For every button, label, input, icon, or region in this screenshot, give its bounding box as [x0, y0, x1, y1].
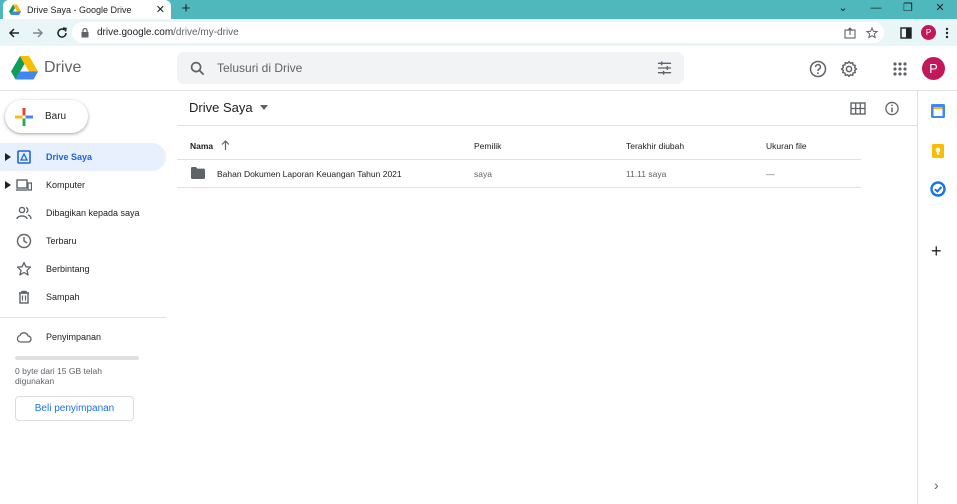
file-name: Bahan Dokumen Laporan Keuangan Tahun 202…	[217, 169, 402, 179]
file-list-header: Nama Pemilik Terakhir diubah Ukuran file	[177, 133, 861, 160]
file-modified: 11.11 saya	[626, 169, 667, 179]
sidebar-item-label: Sampah	[46, 292, 80, 302]
cloud-icon	[16, 332, 32, 343]
storage-usage-text: 0 byte dari 15 GB telah digunakan	[15, 366, 102, 386]
clock-icon	[16, 233, 32, 249]
settings-gear-icon[interactable]	[840, 60, 858, 78]
side-panel-icon[interactable]	[900, 26, 912, 39]
grid-view-icon[interactable]	[850, 101, 866, 116]
buy-storage-button[interactable]: Beli penyimpanan	[15, 396, 134, 421]
column-header-name[interactable]: Nama	[190, 141, 213, 151]
reload-icon[interactable]	[50, 21, 74, 45]
sidebar-item-label: Dibagikan kepada saya	[46, 208, 140, 218]
add-addon-icon[interactable]: +	[931, 241, 942, 262]
sidebar-item-starred[interactable]: Berbintang	[0, 255, 166, 283]
plus-icon	[15, 107, 33, 126]
sidebar-item-trash[interactable]: Sampah	[0, 283, 166, 311]
tasks-icon[interactable]	[930, 181, 946, 197]
info-icon[interactable]	[884, 101, 900, 116]
sidebar-item-my-drive[interactable]: Drive Saya	[0, 143, 166, 171]
restore-icon[interactable]: ❐	[894, 0, 922, 19]
sort-arrow-up-icon[interactable]	[221, 140, 230, 150]
page-title: Drive Saya	[189, 100, 253, 115]
expand-panel-icon[interactable]: ›	[934, 477, 939, 493]
bookmark-star-icon[interactable]	[866, 26, 878, 39]
sidebar-item-label: Komputer	[46, 180, 86, 190]
column-header-size[interactable]: Ukuran file	[766, 141, 807, 151]
tab-title: Drive Saya - Google Drive	[27, 4, 132, 15]
search-bar[interactable]	[177, 52, 684, 84]
apps-grid-icon[interactable]	[891, 60, 909, 78]
table-row[interactable]: Bahan Dokumen Laporan Keuangan Tahun 202…	[177, 160, 861, 188]
sidebar-item-storage[interactable]: Penyimpanan	[0, 327, 166, 347]
url-path: /drive/my-drive	[173, 27, 239, 38]
minimize-icon[interactable]: —	[862, 0, 890, 19]
expand-caret-icon[interactable]	[5, 181, 11, 189]
address-bar[interactable]: drive.google.com/drive/my-drive	[72, 22, 884, 43]
sidebar-item-recent[interactable]: Terbaru	[0, 227, 166, 255]
search-options-icon[interactable]	[657, 61, 672, 75]
caret-down-icon[interactable]	[259, 105, 268, 110]
browser-tab[interactable]: Drive Saya - Google Drive ✕	[3, 0, 171, 19]
side-panel: + ›	[917, 91, 957, 504]
calendar-icon[interactable]	[930, 103, 946, 119]
lock-icon[interactable]	[81, 27, 89, 38]
drive-header: Drive P	[0, 46, 957, 91]
new-tab-button[interactable]: +	[178, 0, 194, 19]
computer-icon	[16, 179, 32, 191]
window-close-icon[interactable]: ✕	[926, 0, 954, 19]
file-owner: saya	[474, 169, 492, 179]
sidebar-divider	[0, 317, 166, 318]
sidebar-nav: Drive Saya Komputer Dibagikan kepada say…	[0, 143, 166, 311]
toolbar-divider	[177, 125, 917, 126]
storage-usage-bar	[15, 356, 139, 360]
browser-menu-icon[interactable]	[945, 27, 949, 39]
sidebar-item-label: Drive Saya	[46, 152, 93, 162]
star-icon	[16, 261, 32, 276]
browser-tab-strip: Drive Saya - Google Drive ✕ + ⌄ — ❐ ✕	[0, 0, 957, 19]
my-drive-icon	[17, 150, 31, 164]
tab-search-icon[interactable]: ⌄	[829, 0, 857, 19]
expand-caret-icon[interactable]	[5, 153, 11, 161]
back-icon[interactable]	[2, 21, 26, 45]
share-page-icon[interactable]	[844, 26, 856, 39]
sidebar-item-label: Terbaru	[46, 236, 77, 246]
trash-icon	[19, 290, 29, 304]
account-avatar[interactable]: P	[922, 57, 945, 80]
keep-icon[interactable]	[930, 143, 946, 159]
drive-logo-icon[interactable]	[11, 56, 38, 80]
people-icon	[16, 206, 32, 220]
help-icon[interactable]	[809, 60, 827, 78]
storage-label: Penyimpanan	[46, 332, 102, 342]
browser-profile-avatar[interactable]: P	[921, 25, 936, 40]
sidebar-item-computers[interactable]: Komputer	[0, 171, 166, 199]
forward-icon[interactable]	[26, 21, 50, 45]
search-input[interactable]	[217, 61, 637, 75]
drive-brand[interactable]: Drive	[44, 59, 81, 77]
sidebar-item-label: Berbintang	[46, 264, 90, 274]
new-button[interactable]: Baru	[5, 100, 88, 133]
new-button-label: Baru	[45, 111, 67, 122]
drive-favicon-icon	[9, 4, 21, 15]
url-host: drive.google.com	[97, 27, 174, 38]
browser-toolbar: drive.google.com/drive/my-drive P	[0, 19, 957, 46]
column-header-owner[interactable]: Pemilik	[474, 141, 501, 151]
column-header-modified[interactable]: Terakhir diubah	[626, 141, 684, 151]
breadcrumb[interactable]: Drive Saya	[189, 100, 268, 115]
tab-close-icon[interactable]: ✕	[156, 3, 165, 16]
folder-icon	[191, 167, 205, 179]
search-icon[interactable]	[190, 61, 205, 76]
sidebar-item-shared-with-me[interactable]: Dibagikan kepada saya	[0, 199, 166, 227]
file-size: —	[766, 169, 775, 179]
